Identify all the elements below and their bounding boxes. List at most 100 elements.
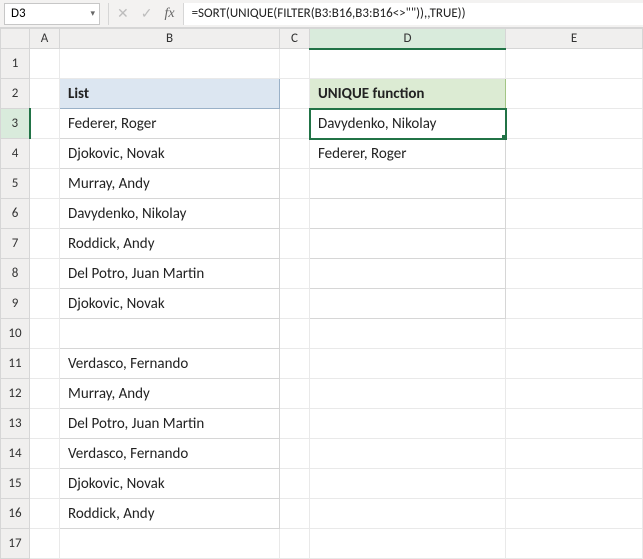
grid[interactable]: A B C D E 1 2 List UNIQUE function 3 Fed…: [0, 28, 643, 559]
list-item[interactable]: Verdasco, Fernando: [60, 349, 280, 379]
cell[interactable]: [280, 49, 310, 79]
fill-handle[interactable]: [502, 135, 506, 139]
cell[interactable]: [30, 169, 60, 199]
cell[interactable]: [506, 319, 643, 349]
cell[interactable]: [280, 289, 310, 319]
cell[interactable]: [506, 409, 643, 439]
list-item[interactable]: Roddick, Andy: [60, 499, 280, 529]
row-header-14[interactable]: 14: [1, 439, 30, 469]
unique-item[interactable]: Federer, Roger: [310, 139, 506, 169]
unique-item[interactable]: [310, 199, 506, 229]
row-header-17[interactable]: 17: [1, 529, 30, 559]
cell[interactable]: [30, 349, 60, 379]
row-header-13[interactable]: 13: [1, 409, 30, 439]
cell[interactable]: [30, 289, 60, 319]
row-header-8[interactable]: 8: [1, 259, 30, 289]
list-item[interactable]: Roddick, Andy: [60, 229, 280, 259]
row-header-1[interactable]: 1: [1, 49, 30, 79]
row-header-10[interactable]: 10: [1, 319, 30, 349]
list-item[interactable]: Del Potro, Juan Martin: [60, 409, 280, 439]
cell[interactable]: [280, 229, 310, 259]
list-item[interactable]: Djokovic, Novak: [60, 469, 280, 499]
row-header-12[interactable]: 12: [1, 379, 30, 409]
cell[interactable]: [30, 319, 60, 349]
unique-item[interactable]: [310, 169, 506, 199]
row-header-7[interactable]: 7: [1, 229, 30, 259]
row-header-2[interactable]: 2: [1, 79, 30, 109]
unique-item-active[interactable]: Davydenko, Nikolay: [310, 109, 506, 139]
cell[interactable]: [30, 139, 60, 169]
cell[interactable]: [30, 109, 60, 139]
cell[interactable]: [506, 499, 643, 529]
list-item[interactable]: Davydenko, Nikolay: [60, 199, 280, 229]
cell[interactable]: [280, 199, 310, 229]
cell[interactable]: [280, 439, 310, 469]
list-item[interactable]: Del Potro, Juan Martin: [60, 259, 280, 289]
cell[interactable]: [280, 499, 310, 529]
cell[interactable]: [30, 409, 60, 439]
cell[interactable]: [506, 469, 643, 499]
cell[interactable]: [506, 49, 643, 79]
list-item[interactable]: Murray, Andy: [60, 169, 280, 199]
name-box-dropdown-icon[interactable]: ▾: [90, 8, 95, 19]
cell[interactable]: [30, 79, 60, 109]
col-header-D[interactable]: D: [310, 29, 506, 49]
cell[interactable]: [310, 319, 506, 349]
list-header-cell[interactable]: List: [60, 79, 280, 109]
cell[interactable]: [30, 379, 60, 409]
cell[interactable]: [30, 439, 60, 469]
cell[interactable]: [506, 139, 643, 169]
list-item[interactable]: Murray, Andy: [60, 379, 280, 409]
cell[interactable]: [280, 409, 310, 439]
cell[interactable]: [280, 169, 310, 199]
formula-input[interactable]: =SORT(UNIQUE(FILTER(B3:B16,B3:B16<>"")),…: [184, 3, 643, 25]
row-header-5[interactable]: 5: [1, 169, 30, 199]
row-header-3[interactable]: 3: [1, 109, 30, 139]
cell[interactable]: [60, 49, 280, 79]
unique-header-cell[interactable]: UNIQUE function: [310, 79, 506, 109]
fx-icon[interactable]: fx: [164, 7, 174, 21]
col-header-C[interactable]: C: [280, 29, 310, 49]
row-header-16[interactable]: 16: [1, 499, 30, 529]
row-header-6[interactable]: 6: [1, 199, 30, 229]
list-item[interactable]: [60, 319, 280, 349]
cell[interactable]: [506, 109, 643, 139]
list-item[interactable]: Djokovic, Novak: [60, 289, 280, 319]
cell[interactable]: [280, 259, 310, 289]
cell[interactable]: [506, 379, 643, 409]
row-header-11[interactable]: 11: [1, 349, 30, 379]
cell[interactable]: [30, 529, 60, 559]
col-header-A[interactable]: A: [30, 29, 60, 49]
cell[interactable]: [310, 469, 506, 499]
cell[interactable]: [506, 169, 643, 199]
cell[interactable]: [30, 229, 60, 259]
row-header-4[interactable]: 4: [1, 139, 30, 169]
cell[interactable]: [310, 409, 506, 439]
cell[interactable]: [506, 229, 643, 259]
cell[interactable]: [310, 349, 506, 379]
row-header-9[interactable]: 9: [1, 289, 30, 319]
select-all-corner[interactable]: [1, 29, 30, 49]
col-header-E[interactable]: E: [506, 29, 643, 49]
unique-item[interactable]: [310, 289, 506, 319]
list-item[interactable]: Verdasco, Fernando: [60, 439, 280, 469]
cell[interactable]: [280, 469, 310, 499]
name-box[interactable]: D3 ▾: [4, 3, 100, 25]
cell[interactable]: [280, 379, 310, 409]
cell[interactable]: [506, 199, 643, 229]
cell[interactable]: [310, 439, 506, 469]
cancel-icon[interactable]: ✕: [117, 7, 129, 21]
cell[interactable]: [506, 259, 643, 289]
cell[interactable]: [280, 349, 310, 379]
cell[interactable]: [310, 499, 506, 529]
cell[interactable]: [280, 529, 310, 559]
cell[interactable]: [30, 469, 60, 499]
cell[interactable]: [506, 289, 643, 319]
cell[interactable]: [506, 439, 643, 469]
cell[interactable]: [506, 529, 643, 559]
row-header-15[interactable]: 15: [1, 469, 30, 499]
list-item[interactable]: Federer, Roger: [60, 109, 280, 139]
cell[interactable]: [310, 379, 506, 409]
cell[interactable]: [280, 319, 310, 349]
cell[interactable]: [506, 349, 643, 379]
